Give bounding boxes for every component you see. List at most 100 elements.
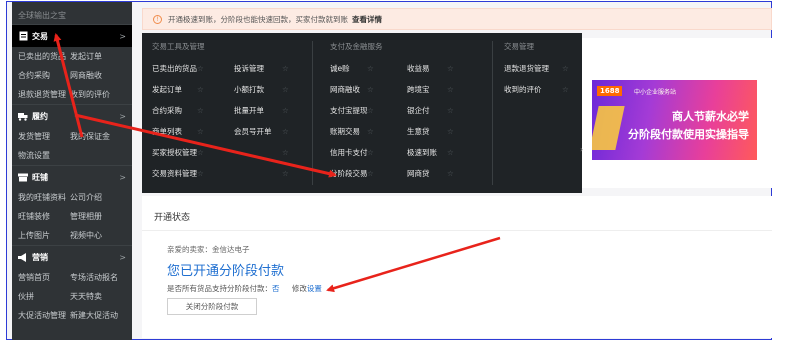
star-favorite-icon[interactable]: ☆ [197,57,204,79]
sidebar-link[interactable]: 天天特卖 [70,291,102,302]
dropdown-menu-item[interactable]: 生意贷 [407,120,430,142]
sidebar-head-marketing[interactable]: 营销 > [12,246,132,268]
sidebar-link[interactable]: 发货管理 [18,131,70,142]
menu-item-label: 交易资料管理 [152,168,197,178]
dropdown-menu-item[interactable]: 小额打款 [234,78,264,100]
column-divider [312,41,313,185]
carousel-indicator[interactable]: › [580,145,583,154]
dropdown-menu-item[interactable]: 已卖出的货品 [152,57,197,79]
dropdown-column-pay: 支付及金融服务 [320,33,490,55]
chevron-right-icon: > [119,172,126,182]
sidebar-link[interactable]: 上传图片 [18,230,70,241]
sidebar-top-label[interactable]: 全球输出之宝 [12,2,132,24]
sidebar-link[interactable]: 新建大促活动 [70,310,118,321]
star-favorite-icon[interactable]: ☆ [197,78,204,100]
menu-item-label: 买家授权管理 [152,147,197,157]
dropdown-menu-item[interactable]: 跨境宝 [407,78,430,100]
star-favorite-icon[interactable]: ☆ [447,162,454,184]
shop-icon [18,172,28,182]
sidebar-row: 伙拼 天天特卖 [12,287,132,306]
sidebar-link[interactable]: 专场活动报名 [70,272,118,283]
dropdown-menu-item[interactable]: 投诉管理 [234,57,264,79]
dropdown-menu-item[interactable]: 信用卡支付 [330,141,368,163]
star-favorite-icon[interactable]: ☆ [367,120,374,142]
menu-item-label: 收到的评价 [504,84,542,94]
sidebar-link[interactable]: 我的旺铺资料 [18,192,70,203]
star-favorite-icon[interactable]: ☆ [197,120,204,142]
sidebar-link[interactable]: 网商融收 [70,70,102,81]
dropdown-menu-item[interactable]: 极速到账 [407,141,437,163]
star-favorite-icon[interactable]: ☆ [282,57,289,79]
sidebar-link[interactable]: 伙拼 [18,291,70,302]
dropdown-menu-item[interactable]: 会员号开单 [234,120,272,142]
dropdown-menu-item[interactable]: 发起订单 [152,78,182,100]
menu-item-label: 跨境宝 [407,84,430,94]
star-favorite-icon[interactable]: ☆ [282,99,289,121]
sidebar-link[interactable]: 公司介绍 [70,192,102,203]
sidebar-link[interactable]: 管理相册 [70,211,102,222]
sidebar-link[interactable]: 已卖出的货品 [18,51,70,62]
column-title: 支付及金融服务 [330,42,383,51]
dropdown-menu-item[interactable]: 账期交易 [330,120,360,142]
star-favorite-icon[interactable]: ☆ [197,162,204,184]
sidebar-head-fulfill[interactable]: 履约 > [12,105,132,127]
sidebar-link[interactable]: 退款退货管理 [18,89,70,100]
star-favorite-icon[interactable]: ☆ [282,78,289,100]
star-favorite-icon[interactable]: ☆ [282,141,289,163]
close-staged-payment-button[interactable]: 关闭分阶段付款 [167,298,257,315]
sidebar-head-shop[interactable]: 旺铺 > [12,166,132,188]
sidebar-link[interactable]: 视频中心 [70,230,102,241]
dropdown-menu-item[interactable]: 批量开单 [234,99,264,121]
sidebar-row: 物流设置 [12,146,132,165]
star-favorite-icon[interactable]: ☆ [447,78,454,100]
menu-item-label: 收益易 [407,63,430,73]
sidebar-row: 上传图片 视频中心 [12,226,132,245]
star-favorite-icon[interactable]: ☆ [197,141,204,163]
sidebar-link[interactable]: 发起订单 [70,51,102,62]
star-favorite-icon[interactable]: ☆ [447,120,454,142]
dropdown-menu-item[interactable]: 网商融收 [330,78,360,100]
star-favorite-icon[interactable]: ☆ [562,57,569,79]
sidebar-head-label: 履约 [32,111,48,121]
star-favorite-icon[interactable]: ☆ [447,99,454,121]
dropdown-menu-item[interactable]: 网商贷 [407,162,430,184]
sidebar-link[interactable]: 营销首页 [18,272,70,283]
sidebar-head-trade[interactable]: 交易 > [12,25,132,47]
dropdown-menu-item[interactable]: 交易资料管理 [152,162,197,184]
menu-item-label: 合约采购 [152,105,182,115]
notice-link[interactable]: 查看详情 [352,14,382,25]
dropdown-menu-item[interactable]: 合约采购 [152,99,182,121]
star-favorite-icon[interactable]: ☆ [367,162,374,184]
menu-item-label: 商单列表 [152,126,182,136]
dropdown-menu-item[interactable]: 支付宝提现 [330,99,368,121]
star-favorite-icon[interactable]: ☆ [367,57,374,79]
star-favorite-icon[interactable]: ☆ [282,162,289,184]
star-favorite-icon[interactable]: ☆ [367,141,374,163]
sidebar-link[interactable]: 我的保证金 [70,131,110,142]
promo-banner[interactable]: 1688 中小企业服务站 商人节薪水必学 分阶段付款使用实操指导 [592,80,757,160]
star-favorite-icon[interactable]: ☆ [447,57,454,79]
dropdown-menu-item[interactable]: 收益易 [407,57,430,79]
star-favorite-icon[interactable]: ☆ [197,99,204,121]
star-favorite-icon[interactable]: ☆ [282,120,289,142]
sidebar-link[interactable]: 大促活动管理 [18,310,70,321]
sidebar: 全球输出之宝 交易 > 已卖出的货品 发起订单 合约采购 网商融收 退款退货管理 收到… [12,2,132,340]
seller-name: 亲爱的卖家：金信达电子 [167,245,250,254]
dropdown-menu-item[interactable]: 诚e赊 [330,57,350,79]
dropdown-menu-item[interactable]: 买家授权管理 [152,141,197,163]
settings-link[interactable]: 设置 [307,284,322,293]
dropdown-menu-item[interactable]: 收到的评价 [504,78,542,100]
sidebar-link[interactable]: 合约采购 [18,70,70,81]
star-favorite-icon[interactable]: ☆ [562,78,569,100]
dropdown-menu-item[interactable]: 分阶段交易 [330,162,368,184]
star-favorite-icon[interactable]: ☆ [367,78,374,100]
sidebar-link[interactable]: 物流设置 [18,150,70,161]
dropdown-menu-item[interactable]: 退款退货管理 [504,57,549,79]
sidebar-link[interactable]: 收到的评价 [70,89,110,100]
star-favorite-icon[interactable]: ☆ [447,141,454,163]
star-favorite-icon[interactable]: ☆ [367,99,374,121]
sidebar-head-label: 交易 [32,31,48,41]
dropdown-menu-item[interactable]: 商单列表 [152,120,182,142]
dropdown-menu-item[interactable]: 银企付 [407,99,430,121]
sidebar-link[interactable]: 旺铺装修 [18,211,70,222]
